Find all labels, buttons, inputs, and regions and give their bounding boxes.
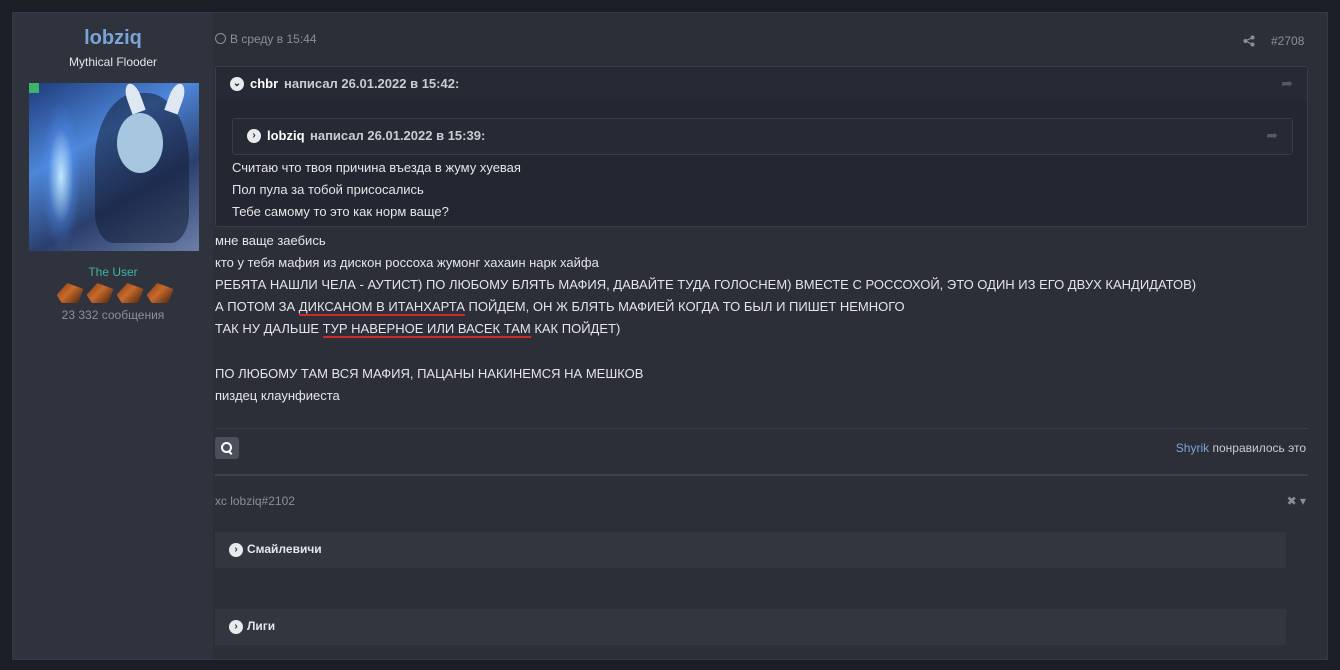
body-line: ТАК НУ ДАЛЬШЕ ТУР НАВЕРНОЕ ИЛИ ВАСЕК ТАМ… [215, 321, 621, 338]
user-title: Mythical Flooder [68, 55, 158, 69]
avatar-face [117, 113, 163, 173]
trophy-badge-icon[interactable] [86, 283, 114, 303]
message-count: 23 332 сообщения [61, 308, 165, 322]
spoiler-label: Лиги [247, 619, 276, 633]
divider [215, 428, 1308, 429]
trophy-badge-icon[interactable] [146, 283, 174, 303]
body-text-segment: ПОЙДЕМ, ОН Ж БЛЯТЬ МАФИЕЙ КОГДА ТО БЫЛ И… [464, 299, 905, 314]
chevron-down-icon[interactable]: ⌄ [230, 77, 244, 91]
spoiler-smileys[interactable]: › Смайлевичи [215, 532, 1286, 568]
trophy-badge-icon[interactable] [116, 283, 144, 303]
body-line: пиздец клаунфиеста [215, 388, 340, 403]
chevron-right-icon[interactable]: › [247, 129, 261, 143]
clock-icon [215, 33, 226, 44]
spoiler-label: Смайлевичи [247, 542, 322, 556]
quote-meta: написал 26.01.2022 в 15:42: [284, 76, 460, 91]
quote-line: Пол пула за тобой присосались [232, 182, 424, 197]
reply-arrow-icon[interactable]: ➦ [1266, 127, 1278, 144]
chevron-right-icon: › [229, 543, 243, 557]
username-link[interactable]: lobziq [13, 27, 213, 50]
body-line: А ПОТОМ ЗА ДИКСАНОМ В ИТАНХАРТА ПОЙДЕМ, … [215, 299, 905, 316]
body-line: РЕБЯТА НАШЛИ ЧЕЛА - АУТИСТ) ПО ЛЮБОМУ БЛ… [215, 277, 1197, 292]
avatar-horn-right [164, 83, 188, 115]
message-post: lobziq Mythical Flooder The User 23 332 … [12, 12, 1328, 660]
nested-quote-meta: написал 26.01.2022 в 15:39: [310, 128, 486, 143]
quote-header: ⌄ chbr написал 26.01.2022 в 15:42: ➦ [216, 67, 1307, 101]
nested-quote-block: › lobziq написал 26.01.2022 в 15:39: ➦ [232, 118, 1293, 155]
liker-link[interactable]: Shyrik [1176, 441, 1209, 455]
post-number-link[interactable]: #2708 [1271, 34, 1304, 48]
quote-block: ⌄ chbr написал 26.01.2022 в 15:42: ➦ › l… [215, 66, 1308, 227]
body-line: ПО ЛЮБОМУ ТАМ ВСЯ МАФИЯ, ПАЦАНЫ НАКИНЕМС… [215, 366, 644, 381]
chevron-right-icon: › [229, 620, 243, 634]
search-button[interactable] [215, 437, 239, 459]
online-indicator [29, 83, 39, 93]
trophy-badge-icon[interactable] [56, 283, 84, 303]
body-line: кто у тебя мафия из дискон россоха жумон… [215, 255, 599, 270]
body-text-segment: ТАК НУ ДАЛЬШЕ [215, 321, 323, 336]
likes-text: понравилось это [1209, 441, 1306, 455]
underlined-text: ТУР НАВЕРНОЕ ИЛИ ВАСЕК ТАМ [322, 321, 531, 338]
reply-arrow-icon[interactable]: ➦ [1281, 75, 1293, 92]
quote-line: Тебе самому то это как норм ваще? [232, 204, 449, 219]
body-text-segment: А ПОТОМ ЗА [215, 299, 299, 314]
body-text-segment: КАК ПОЙДЕТ) [530, 321, 621, 336]
trophy-badges [53, 283, 177, 303]
avatar-staff-glow [41, 101, 81, 251]
avatar[interactable] [29, 83, 199, 251]
user-column: lobziq Mythical Flooder The User 23 332 … [13, 13, 213, 659]
quote-author[interactable]: chbr [250, 76, 278, 91]
spoiler-leagues[interactable]: › Лиги [215, 609, 1286, 645]
user-role: The User [88, 265, 138, 279]
post-date-text: В среду в 15:44 [230, 32, 317, 46]
quote-line: Считаю что твоя причина въезда в жуму ху… [232, 160, 521, 175]
nested-quote-header: › lobziq написал 26.01.2022 в 15:39: ➦ [233, 119, 1292, 154]
share-icon[interactable] [1243, 35, 1255, 50]
body-line: мне ваще заебись [215, 233, 326, 248]
signature-close-icon[interactable]: ✖ ▾ [1287, 494, 1306, 508]
signature-divider [215, 474, 1308, 476]
post-date[interactable]: В среду в 15:44 [215, 32, 317, 46]
search-icon-handle [227, 450, 233, 455]
signature-text: хс lobziq#2102 [215, 494, 295, 508]
nested-quote-author[interactable]: lobziq [267, 128, 305, 143]
underlined-text: ДИКСАНОМ В ИТАНХАРТА [298, 299, 465, 316]
likes-summary: Shyrik понравилось это [1176, 441, 1306, 455]
